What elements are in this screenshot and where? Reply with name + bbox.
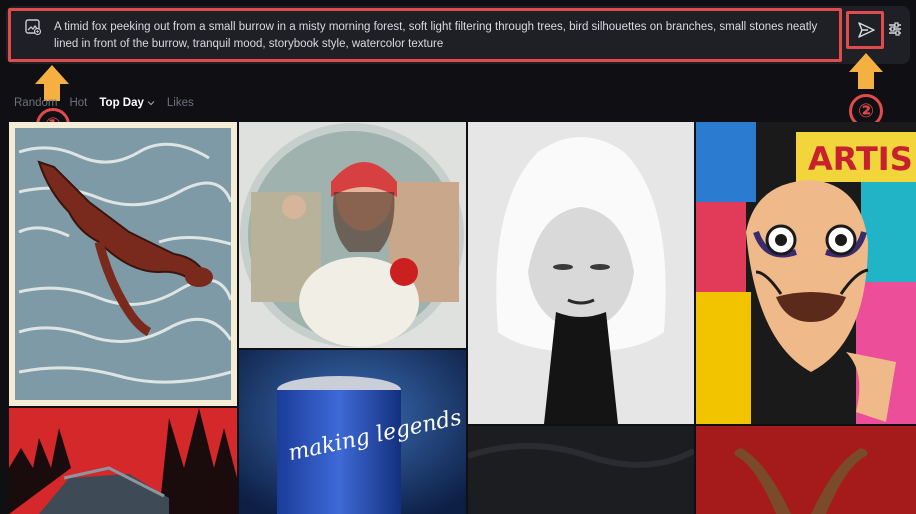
send-icon bbox=[858, 22, 875, 38]
sort-filter-bar: Random Hot Top Day Likes bbox=[14, 94, 194, 112]
page: A timid fox peeking out from a small bur… bbox=[0, 0, 916, 514]
filter-top-day-label: Top Day bbox=[99, 97, 144, 109]
gallery-tile-dark-texture[interactable] bbox=[468, 426, 694, 514]
gallery-tile-red-cabin[interactable] bbox=[9, 408, 237, 514]
image-prompt-icon[interactable] bbox=[24, 18, 42, 36]
annotation-arrow-up-icon bbox=[849, 53, 883, 89]
collage-text: ARTIS bbox=[808, 140, 913, 178]
filter-hot[interactable]: Hot bbox=[69, 97, 87, 109]
gallery-tile-hooded-woman[interactable] bbox=[468, 122, 694, 424]
send-button[interactable] bbox=[855, 19, 877, 41]
gallery-tile-red-object[interactable] bbox=[696, 426, 916, 514]
red-cabin-image bbox=[9, 408, 237, 514]
filter-top-day[interactable]: Top Day bbox=[99, 97, 155, 109]
filter-random[interactable]: Random bbox=[14, 97, 57, 109]
chevron-down-icon bbox=[147, 101, 155, 106]
blue-can-image: making legends bbox=[239, 350, 466, 514]
hooded-woman-image bbox=[468, 122, 694, 424]
sliders-icon bbox=[889, 22, 901, 36]
settings-sliders-button[interactable] bbox=[886, 20, 904, 38]
gallery-tile-blue-can[interactable]: making legends bbox=[239, 350, 466, 514]
filter-likes[interactable]: Likes bbox=[167, 97, 194, 109]
red-object-image bbox=[696, 426, 916, 514]
fisheye-selfie-image bbox=[239, 122, 466, 348]
dog-swimming-image bbox=[9, 122, 237, 406]
dark-texture-image bbox=[468, 426, 694, 514]
gallery-tile-pop-art-collage[interactable]: ARTIS bbox=[696, 122, 916, 424]
gallery-tile-fisheye-selfie[interactable] bbox=[239, 122, 466, 348]
pop-art-collage-image: ARTIS bbox=[696, 122, 916, 424]
prompt-input[interactable]: A timid fox peeking out from a small bur… bbox=[54, 19, 840, 55]
gallery-tile-dog-swimming[interactable] bbox=[9, 122, 237, 406]
